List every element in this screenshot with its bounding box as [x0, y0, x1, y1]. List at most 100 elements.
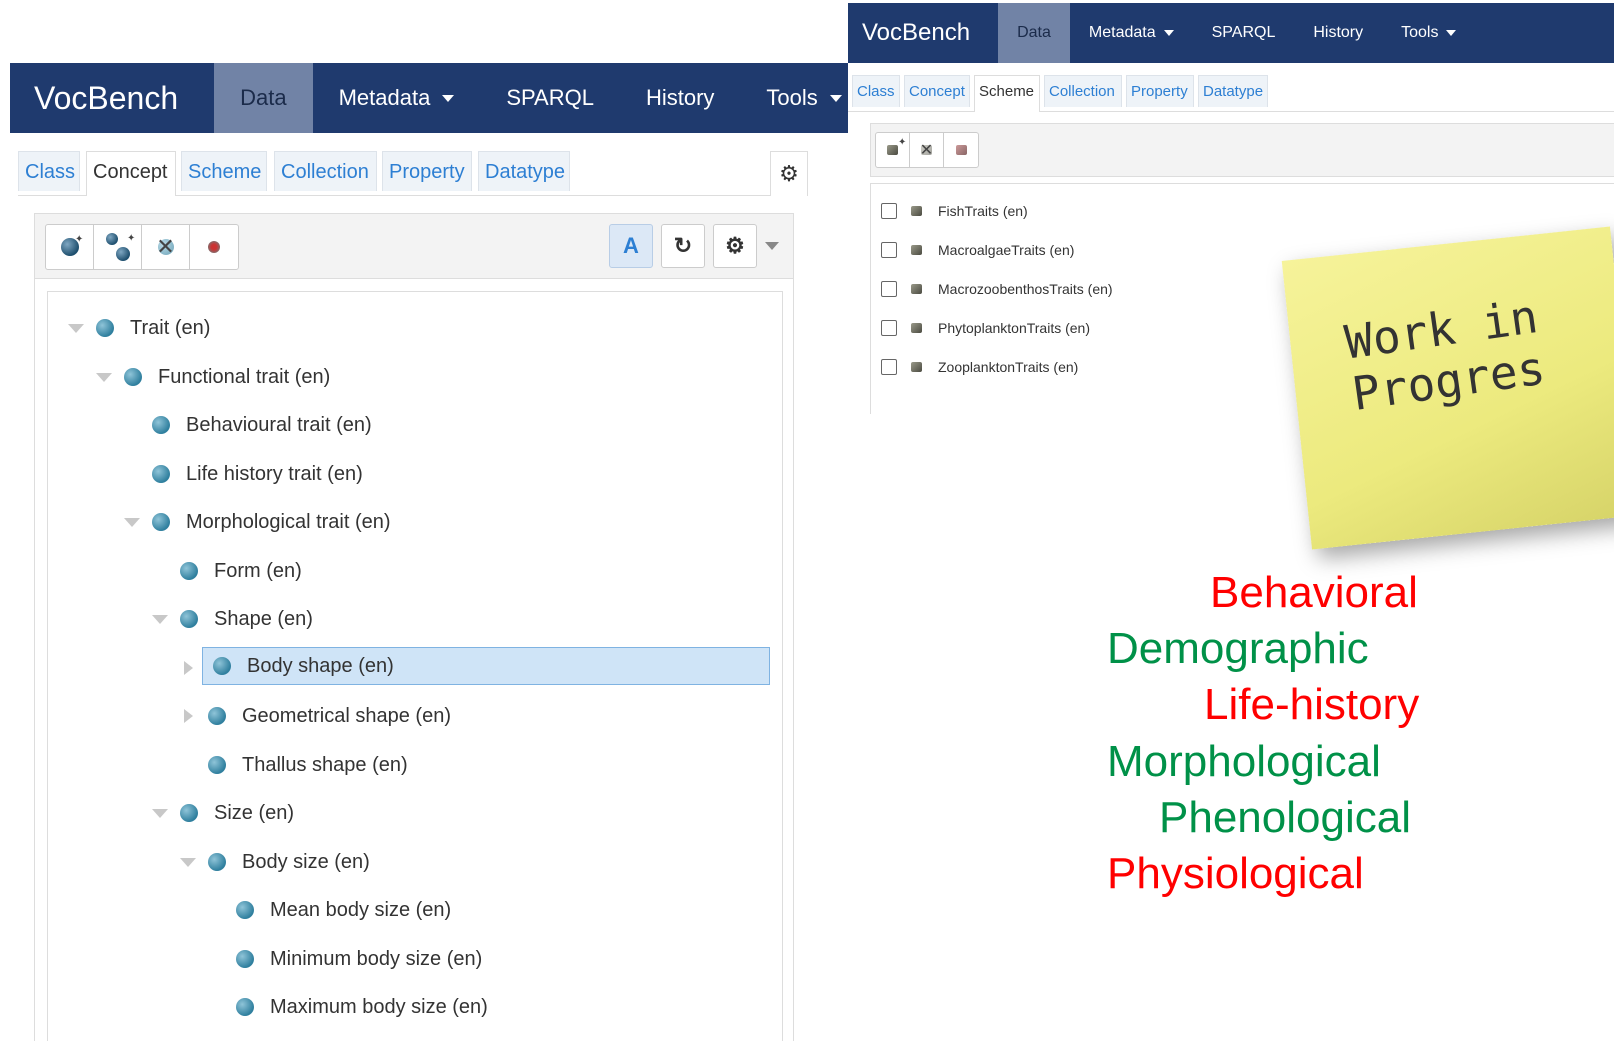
scheme-label: MacrozoobenthosTraits (en): [938, 281, 1113, 297]
tab-property[interactable]: Property: [1126, 75, 1194, 107]
tree-toolbar: ✦ ✦ ✕ A ↻ ⚙: [35, 214, 793, 279]
create-concept-button[interactable]: ✦: [46, 225, 94, 269]
tree-node-thallus-shape[interactable]: Thallus shape (en): [176, 746, 408, 784]
tab-concept[interactable]: Concept: [86, 151, 176, 196]
list-item[interactable]: ZooplanktonTraits (en): [881, 354, 1078, 380]
tree-node-behavioural-trait[interactable]: Behavioural trait (en): [120, 406, 372, 444]
list-item[interactable]: MacrozoobenthosTraits (en): [881, 276, 1113, 302]
tree-node-maximum-body-size[interactable]: Maximum body size (en): [204, 988, 488, 1026]
nav-metadata[interactable]: Metadata: [1070, 3, 1193, 63]
scheme-checkbox[interactable]: [881, 320, 897, 336]
collapsed-toggle-icon[interactable]: [176, 709, 200, 723]
tree-node-trait[interactable]: Trait (en): [64, 309, 210, 347]
tree-node-label: Thallus shape (en): [242, 753, 408, 776]
add-icon: ✦: [127, 233, 136, 244]
tree-node-label: Minimum body size (en): [270, 947, 483, 970]
tree-node-form[interactable]: Form (en): [148, 552, 302, 590]
list-item[interactable]: MacroalgaeTraits (en): [881, 237, 1074, 263]
create-scheme-button[interactable]: ✦: [876, 133, 910, 167]
tree-node-shape[interactable]: Shape (en): [148, 600, 313, 638]
scheme-icon: [911, 245, 922, 255]
tree-node-label: Form (en): [214, 559, 302, 582]
tree-node-life-history-trait[interactable]: Life history trait (en): [120, 455, 363, 493]
body-shape-expand[interactable]: [176, 649, 200, 687]
trait-type-physiological: Physiological: [1107, 849, 1364, 898]
tree-node-geometrical-shape[interactable]: Geometrical shape (en): [176, 697, 451, 735]
tree-node-minimum-body-size[interactable]: Minimum body size (en): [204, 940, 482, 978]
scheme-label: MacroalgaeTraits (en): [938, 242, 1075, 258]
scheme-checkbox[interactable]: [881, 281, 897, 297]
create-narrower-button[interactable]: ✦: [94, 225, 142, 269]
concept-icon: [96, 319, 114, 337]
delete-scheme-button[interactable]: ✕: [910, 133, 944, 167]
list-item[interactable]: PhytoplanktonTraits (en): [881, 315, 1090, 341]
tab-datatype[interactable]: Datatype: [478, 151, 570, 191]
expand-toggle-icon[interactable]: [120, 517, 144, 527]
expand-toggle-icon[interactable]: [148, 614, 172, 624]
tab-collection[interactable]: Collection: [1044, 75, 1122, 107]
tab-collection[interactable]: Collection: [274, 151, 377, 191]
tab-property[interactable]: Property: [382, 151, 472, 191]
tab-class[interactable]: Class: [852, 75, 900, 107]
tree-node-size[interactable]: Size (en): [148, 794, 294, 832]
expand-toggle-icon[interactable]: [92, 372, 116, 382]
scheme-checkbox[interactable]: [881, 203, 897, 219]
concept-icon: [106, 233, 118, 245]
nav-data[interactable]: Data: [214, 63, 313, 133]
scheme-checkbox[interactable]: [881, 242, 897, 258]
list-item[interactable]: FishTraits (en): [881, 198, 1028, 224]
tree-view-options: A ↻ ⚙: [609, 224, 779, 268]
brand-logo[interactable]: VocBench: [848, 3, 998, 63]
deprecated-icon: [208, 241, 220, 253]
refresh-icon: ↻: [673, 233, 693, 258]
nav-tools[interactable]: Tools: [1382, 3, 1475, 63]
tree-node-body-size[interactable]: Body size (en): [176, 843, 370, 881]
expand-toggle-icon[interactable]: [64, 323, 88, 333]
chevron-down-icon: [1446, 30, 1457, 36]
concept-icon: [208, 853, 226, 871]
concept-icon: [124, 368, 142, 386]
left-vocbench-window: VocBench Data Metadata SPARQL History To…: [10, 63, 850, 1041]
tree-node-morphological-trait[interactable]: Morphological trait (en): [120, 503, 391, 541]
expand-toggle-icon[interactable]: [176, 857, 200, 867]
toggle-lang-button[interactable]: A: [609, 224, 653, 268]
top-navbar: VocBench Data Metadata SPARQL History To…: [10, 63, 850, 133]
tab-class[interactable]: Class: [18, 151, 80, 191]
brand-logo[interactable]: VocBench: [10, 63, 214, 133]
nav-data-label: Data: [1017, 24, 1051, 41]
refresh-button[interactable]: ↻: [661, 224, 705, 268]
tab-scheme[interactable]: Scheme: [181, 151, 267, 191]
tab-concept[interactable]: Concept: [904, 75, 970, 107]
collapsed-toggle-icon[interactable]: [176, 661, 200, 675]
gear-icon[interactable]: ⚙: [770, 151, 808, 196]
nav-metadata-label: Metadata: [338, 85, 431, 110]
tree-node-functional-trait[interactable]: Functional trait (en): [92, 358, 330, 396]
concept-icon: [208, 707, 226, 725]
tree-node-mean-body-size[interactable]: Mean body size (en): [204, 891, 451, 929]
nav-data[interactable]: Data: [998, 3, 1070, 63]
delete-concept-button[interactable]: ✕: [142, 225, 190, 269]
narrower-concept-icon: [116, 247, 130, 261]
resource-tabs: Class Concept Scheme Collection Property…: [18, 151, 808, 196]
nav-metadata[interactable]: Metadata: [313, 63, 481, 133]
nav-sparql[interactable]: SPARQL: [1193, 3, 1295, 63]
scheme-checkbox[interactable]: [881, 359, 897, 375]
expand-toggle-icon[interactable]: [148, 808, 172, 818]
nav-sparql[interactable]: SPARQL: [480, 63, 620, 133]
nav-history[interactable]: History: [620, 63, 740, 133]
nav-history-label: History: [1313, 24, 1364, 41]
gear-icon: ⚙: [725, 233, 745, 258]
settings-button[interactable]: ⚙: [713, 224, 757, 268]
nav-tools[interactable]: Tools: [740, 63, 850, 133]
trait-type-phenological: Phenological: [1159, 793, 1411, 842]
deprecate-scheme-button[interactable]: [944, 133, 978, 167]
concept-icon: [180, 610, 198, 628]
trait-type-morphological: Morphological: [1107, 737, 1381, 786]
tab-datatype[interactable]: Datatype: [1198, 75, 1268, 107]
tab-scheme[interactable]: Scheme: [974, 75, 1040, 112]
tree-node-body-shape[interactable]: Body shape (en): [202, 647, 770, 685]
nav-history[interactable]: History: [1294, 3, 1382, 63]
dropdown-caret-icon[interactable]: [765, 242, 779, 250]
tree-node-label: Size (en): [214, 801, 295, 824]
deprecate-concept-button[interactable]: [190, 225, 238, 269]
